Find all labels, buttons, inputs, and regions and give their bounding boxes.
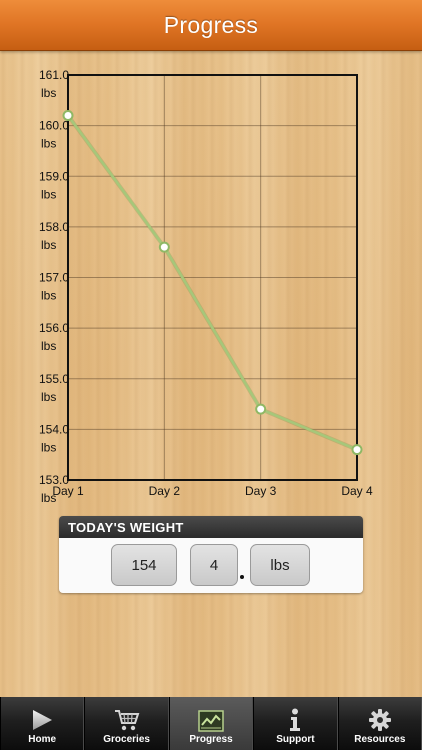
y-tick-label: 155.0	[39, 372, 69, 386]
page-title: Progress	[163, 11, 259, 38]
gear-icon	[368, 709, 391, 731]
y-tick-label: 156.0	[39, 321, 69, 335]
y-tick-unit: lbs	[41, 390, 56, 404]
data-point	[62, 110, 74, 121]
tab-home-label: Home	[28, 734, 57, 745]
x-tick-label: Day 1	[52, 484, 84, 498]
y-tick-unit: lbs	[41, 440, 56, 454]
y-tick-label: 159.0	[39, 169, 69, 183]
y-tick-unit: lbs	[41, 289, 56, 303]
tab-progress[interactable]: Progress	[168, 697, 254, 750]
weight-unit-selector[interactable]: lbs	[250, 544, 310, 586]
series-line-shadow	[66, 114, 358, 452]
tab-bar: Home Groceries Progress Support Resource…	[0, 697, 422, 750]
decimal-point	[240, 575, 244, 579]
x-tick-label: Day 2	[149, 484, 181, 498]
data-point	[255, 403, 267, 415]
weight-input-row: 154 4 lbs	[59, 538, 363, 593]
weight-decimal-field[interactable]: 4	[190, 544, 238, 586]
tab-progress-label: Progress	[189, 734, 233, 745]
y-tick-label: 160.0	[39, 119, 69, 133]
play-icon	[33, 710, 53, 730]
data-point	[351, 444, 363, 456]
tab-support-label: Support	[276, 734, 315, 745]
todays-weight-card: TODAY'S WEIGHT 154 4 lbs	[59, 516, 363, 593]
header-bar: Progress	[0, 0, 422, 51]
y-tick-label: 158.0	[39, 220, 69, 234]
cart-icon	[114, 710, 139, 731]
y-tick-label: 154.0	[39, 422, 69, 436]
tab-support[interactable]: Support	[253, 697, 338, 750]
y-tick-unit: lbs	[41, 86, 56, 100]
info-icon	[290, 708, 301, 731]
chart-icon	[198, 710, 224, 732]
tab-home[interactable]: Home	[0, 697, 85, 750]
tab-resources-label: Resources	[354, 734, 406, 745]
weight-whole-field[interactable]: 154	[111, 544, 177, 586]
tab-groceries-label: Groceries	[103, 734, 150, 745]
y-tick-label: 161.0	[39, 68, 69, 82]
data-point	[158, 241, 170, 253]
y-tick-unit: lbs	[41, 238, 56, 252]
y-tick-unit: lbs	[41, 187, 56, 201]
y-tick-unit: lbs	[41, 339, 56, 353]
todays-weight-title: TODAY'S WEIGHT	[59, 516, 363, 538]
tab-resources[interactable]: Resources	[337, 697, 422, 750]
series-line	[66, 114, 358, 451]
x-tick-label: Day 3	[245, 484, 277, 498]
y-tick-label: 157.0	[39, 271, 69, 285]
tab-groceries[interactable]: Groceries	[84, 697, 169, 750]
y-tick-unit: lbs	[41, 137, 56, 151]
x-tick-label: Day 4	[341, 484, 373, 498]
weight-progress-chart: 161.0 lbs 160.0 lbs 159.0 lbs 158.0 lbs 157.0 lbs…	[39, 68, 373, 505]
